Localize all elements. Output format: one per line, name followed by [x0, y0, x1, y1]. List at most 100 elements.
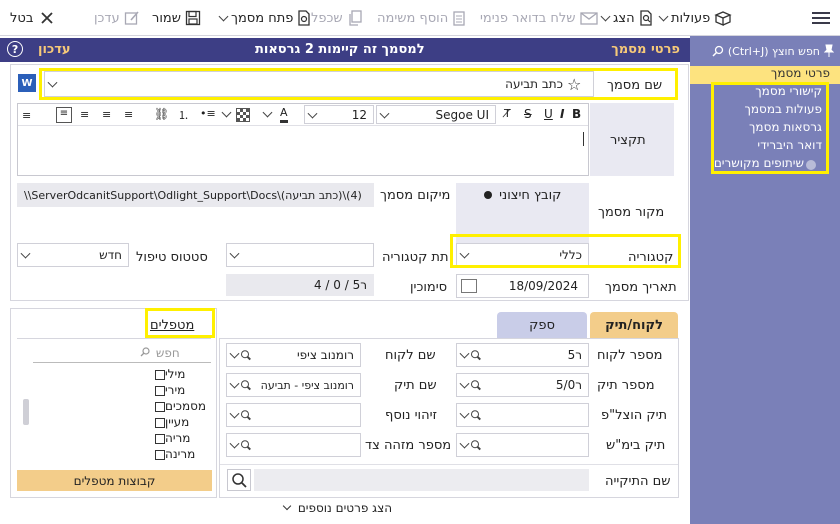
checkbox[interactable]	[155, 401, 165, 412]
exec-case-field[interactable]	[456, 403, 589, 427]
handler-name: מירי	[165, 383, 186, 397]
link-icon[interactable]: ⛓	[154, 107, 169, 121]
checkbox[interactable]	[155, 433, 165, 444]
menu-icon[interactable]	[812, 9, 830, 27]
handlers-search[interactable]: חפש	[140, 346, 180, 360]
align-right-icon[interactable]: ≡	[56, 107, 72, 123]
sidebar-item-document-details[interactable]: פרטי מסמך	[690, 66, 840, 84]
star-icon[interactable]: ☆	[567, 75, 581, 94]
show-button[interactable]: הצג	[600, 0, 653, 36]
handler-item[interactable]: מעיין	[152, 415, 189, 429]
send-internal-mail-button[interactable]: שלח בדואר פנימי	[480, 0, 598, 36]
versions-notice: למסמך זה קיימות 2 גרסאות	[255, 42, 425, 57]
add-task-button[interactable]: הוסף משימה	[377, 0, 466, 36]
handler-item[interactable]: מרינה	[152, 447, 195, 461]
update-button[interactable]: עדכן	[94, 0, 140, 36]
court-case-field[interactable]	[456, 433, 589, 457]
client-no-field[interactable]: ר5	[456, 343, 589, 367]
show-more-details-button[interactable]: הצג פרטים נוספים	[282, 501, 392, 515]
font-family-select[interactable]: Segoe UI	[376, 105, 496, 124]
checkbox[interactable]	[155, 417, 165, 428]
subcategory-select[interactable]	[226, 243, 374, 267]
table-icon[interactable]	[236, 108, 250, 122]
party-id-field[interactable]	[226, 433, 361, 457]
extra-id-field[interactable]	[226, 403, 361, 427]
checkbox[interactable]	[155, 449, 165, 460]
summary-editor[interactable]: ≡ ≡ ≡ ≡ ≡ ⛓ ⒈ •≡ A 12 Segoe UI T̸ S U I …	[17, 103, 589, 176]
clear-format-icon[interactable]: T̸	[504, 107, 511, 120]
save-button[interactable]: שמור	[152, 0, 201, 36]
checkbox[interactable]	[155, 385, 165, 396]
sidebar-item-document-actions[interactable]: פעולות במסמך	[712, 102, 828, 120]
handler-item[interactable]: מילי	[152, 367, 185, 381]
checkbox[interactable]	[155, 369, 165, 380]
category-label: קטגוריה	[628, 250, 674, 265]
folder-search-button[interactable]	[227, 469, 251, 491]
handler-name: מסמכים	[165, 399, 207, 413]
handler-name: מילי	[165, 367, 186, 381]
search-icon	[712, 45, 724, 57]
doc-name-field[interactable]: כתב תביעה	[44, 71, 594, 97]
scrollbar-thumb[interactable]	[23, 399, 29, 425]
chevron-down-icon[interactable]	[221, 107, 232, 118]
actions-button[interactable]: פעולות	[658, 0, 732, 36]
align-left-icon[interactable]: ≡	[80, 108, 89, 121]
sidebar-item-document-links[interactable]: קישורי מסמך	[712, 84, 828, 102]
case-name-label: שם תיק	[394, 378, 437, 393]
handler-groups-button[interactable]: קבוצות מטפלים	[17, 470, 212, 491]
case-name-field[interactable]: רומנוב ציפי - תביעה	[226, 373, 361, 397]
actions-label: פעולות	[671, 10, 711, 26]
chevron-down-icon	[218, 11, 229, 21]
top-toolbar: פעולות הצג שלח בדואר פנימי הוסף משימה שכ…	[0, 0, 840, 36]
calendar-icon[interactable]	[461, 279, 477, 293]
folder-name-field[interactable]	[254, 469, 589, 491]
mark-label: סימוכין	[410, 280, 448, 295]
sidebar-item-hybrid-mail[interactable]: דואר היברידי	[712, 138, 828, 156]
subcategory-label: תת קטגוריה	[382, 250, 449, 265]
bullet-list-icon[interactable]: •≡	[200, 107, 216, 120]
font-size-select[interactable]: 12	[304, 105, 374, 124]
word-icon[interactable]: W	[18, 74, 36, 92]
handler-item[interactable]: מסמכים	[152, 399, 206, 413]
open-doc-icon	[298, 10, 311, 26]
help-icon[interactable]: ?	[7, 41, 23, 57]
chevron-down-icon	[47, 77, 58, 88]
justify-icon[interactable]: ≡	[124, 108, 133, 121]
search-icon	[232, 473, 247, 488]
italic-icon[interactable]: I	[560, 107, 564, 121]
chevron-down-icon	[459, 378, 470, 389]
handler-item[interactable]: מירי	[152, 383, 185, 397]
mark-value: ר5 / 0 / 4	[313, 278, 367, 292]
handler-name: מרינה	[165, 447, 196, 461]
duplicate-button[interactable]: שכפל	[311, 0, 363, 36]
source-value: קובץ חיצוני	[499, 188, 562, 203]
status-select[interactable]: חדש	[17, 243, 129, 267]
bold-icon[interactable]: B	[572, 107, 581, 121]
align-center-icon[interactable]: ≡	[102, 108, 111, 121]
more-tools-icon[interactable]: ≡	[22, 109, 31, 122]
source-radio[interactable]: קובץ חיצוני	[484, 188, 561, 203]
numbered-list-icon[interactable]: ⒈	[178, 107, 189, 123]
strikethrough-icon[interactable]: S	[524, 107, 532, 121]
chevron-down-icon	[229, 348, 240, 359]
sidebar-item-document-versions[interactable]: גרסאות מסמך	[712, 120, 828, 138]
sidebar-search[interactable]: חפש חוצץ (Ctrl+J)	[700, 42, 834, 60]
open-document-button[interactable]: פתח מסמך	[218, 0, 311, 36]
category-select[interactable]: כללי	[456, 243, 589, 267]
tab-supplier[interactable]: ספק	[497, 312, 587, 338]
case-no-field[interactable]: ר5/0	[456, 373, 589, 397]
mail-icon	[579, 12, 598, 25]
save-label: שמור	[152, 10, 181, 26]
handlers-title[interactable]: מטפלים	[150, 318, 194, 333]
client-name-field[interactable]: רומנוב ציפי	[226, 343, 361, 367]
divider	[17, 338, 211, 339]
category-value: כללי	[559, 248, 582, 262]
edit-icon	[124, 11, 139, 25]
chevron-down-icon[interactable]	[262, 107, 273, 118]
cancel-button[interactable]: בטל	[10, 0, 53, 36]
handler-item[interactable]: מריה	[152, 431, 190, 445]
tab-client-case[interactable]: לקוח/תיק	[590, 312, 678, 338]
underline-icon[interactable]: U	[544, 107, 553, 121]
search-doc-icon	[639, 10, 652, 26]
font-color-icon[interactable]: A	[280, 106, 288, 123]
